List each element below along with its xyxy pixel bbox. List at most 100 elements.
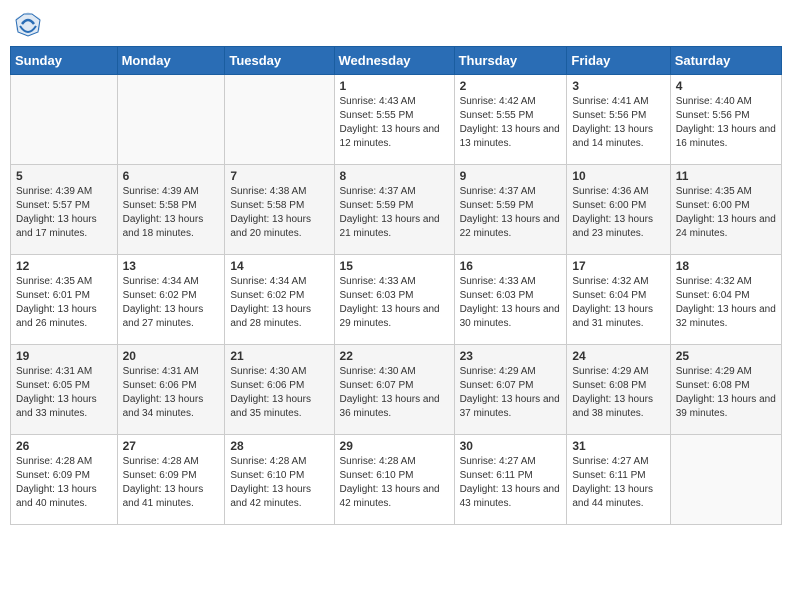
day-number: 17 (572, 259, 664, 273)
day-info: Sunrise: 4:30 AM Sunset: 6:07 PM Dayligh… (340, 365, 449, 421)
calendar-cell (225, 75, 334, 165)
day-info: Sunrise: 4:31 AM Sunset: 6:06 PM Dayligh… (123, 365, 220, 421)
day-info: Sunrise: 4:33 AM Sunset: 6:03 PM Dayligh… (460, 275, 562, 331)
calendar-cell: 11 Sunrise: 4:35 AM Sunset: 6:00 PM Dayli… (670, 165, 781, 255)
day-number: 18 (676, 259, 776, 273)
calendar-week-row: 12 Sunrise: 4:35 AM Sunset: 6:01 PM Dayli… (11, 255, 782, 345)
calendar-cell: 28 Sunrise: 4:28 AM Sunset: 6:10 PM Dayli… (225, 435, 334, 525)
calendar-cell: 25 Sunrise: 4:29 AM Sunset: 6:08 PM Dayli… (670, 345, 781, 435)
day-info: Sunrise: 4:37 AM Sunset: 5:59 PM Dayligh… (340, 185, 449, 241)
day-info: Sunrise: 4:41 AM Sunset: 5:56 PM Dayligh… (572, 95, 664, 151)
day-info: Sunrise: 4:30 AM Sunset: 6:06 PM Dayligh… (230, 365, 328, 421)
day-number: 22 (340, 349, 449, 363)
day-info: Sunrise: 4:32 AM Sunset: 6:04 PM Dayligh… (676, 275, 776, 331)
column-header-wednesday: Wednesday (334, 47, 454, 75)
day-number: 12 (16, 259, 112, 273)
day-number: 13 (123, 259, 220, 273)
calendar-week-row: 1 Sunrise: 4:43 AM Sunset: 5:55 PM Daylig… (11, 75, 782, 165)
day-info: Sunrise: 4:36 AM Sunset: 6:00 PM Dayligh… (572, 185, 664, 241)
calendar-cell: 18 Sunrise: 4:32 AM Sunset: 6:04 PM Dayli… (670, 255, 781, 345)
calendar-cell: 5 Sunrise: 4:39 AM Sunset: 5:57 PM Daylig… (11, 165, 118, 255)
calendar-cell: 26 Sunrise: 4:28 AM Sunset: 6:09 PM Dayli… (11, 435, 118, 525)
day-number: 14 (230, 259, 328, 273)
day-info: Sunrise: 4:40 AM Sunset: 5:56 PM Dayligh… (676, 95, 776, 151)
day-number: 23 (460, 349, 562, 363)
day-info: Sunrise: 4:39 AM Sunset: 5:58 PM Dayligh… (123, 185, 220, 241)
logo (14, 10, 46, 38)
calendar-cell: 1 Sunrise: 4:43 AM Sunset: 5:55 PM Daylig… (334, 75, 454, 165)
calendar-table: SundayMondayTuesdayWednesdayThursdayFrid… (10, 46, 782, 525)
day-number: 28 (230, 439, 328, 453)
day-number: 20 (123, 349, 220, 363)
day-info: Sunrise: 4:32 AM Sunset: 6:04 PM Dayligh… (572, 275, 664, 331)
column-header-tuesday: Tuesday (225, 47, 334, 75)
calendar-cell: 22 Sunrise: 4:30 AM Sunset: 6:07 PM Dayli… (334, 345, 454, 435)
day-info: Sunrise: 4:29 AM Sunset: 6:08 PM Dayligh… (572, 365, 664, 421)
day-number: 24 (572, 349, 664, 363)
calendar-cell: 19Sunrise: 4:31 AM Sunset: 6:05 PM Dayli… (11, 345, 118, 435)
day-number: 27 (123, 439, 220, 453)
day-info: Sunrise: 4:33 AM Sunset: 6:03 PM Dayligh… (340, 275, 449, 331)
column-header-sunday: Sunday (11, 47, 118, 75)
calendar-cell: 31Sunrise: 4:27 AM Sunset: 6:11 PM Dayli… (567, 435, 670, 525)
day-info: Sunrise: 4:43 AM Sunset: 5:55 PM Dayligh… (340, 95, 449, 151)
page-header (10, 10, 782, 38)
day-info: Sunrise: 4:35 AM Sunset: 6:00 PM Dayligh… (676, 185, 776, 241)
day-number: 2 (460, 79, 562, 93)
day-number: 7 (230, 169, 328, 183)
calendar-cell (670, 435, 781, 525)
day-number: 9 (460, 169, 562, 183)
calendar-cell: 29 Sunrise: 4:28 AM Sunset: 6:10 PM Dayli… (334, 435, 454, 525)
day-info: Sunrise: 4:35 AM Sunset: 6:01 PM Dayligh… (16, 275, 112, 331)
day-info: Sunrise: 4:27 AM Sunset: 6:11 PM Dayligh… (460, 455, 562, 511)
day-info: Sunrise: 4:28 AM Sunset: 6:10 PM Dayligh… (230, 455, 328, 511)
day-number: 29 (340, 439, 449, 453)
calendar-cell: 17 Sunrise: 4:32 AM Sunset: 6:04 PM Dayli… (567, 255, 670, 345)
calendar-cell: 12 Sunrise: 4:35 AM Sunset: 6:01 PM Dayli… (11, 255, 118, 345)
day-info: Sunrise: 4:39 AM Sunset: 5:57 PM Dayligh… (16, 185, 112, 241)
calendar-cell: 30 Sunrise: 4:27 AM Sunset: 6:11 PM Dayli… (454, 435, 567, 525)
day-number: 3 (572, 79, 664, 93)
calendar-cell: 15 Sunrise: 4:33 AM Sunset: 6:03 PM Dayli… (334, 255, 454, 345)
day-info: Sunrise: 4:28 AM Sunset: 6:09 PM Dayligh… (16, 455, 112, 511)
day-number: 19 (16, 349, 112, 363)
calendar-cell: 10Sunrise: 4:36 AM Sunset: 6:00 PM Dayli… (567, 165, 670, 255)
calendar-header-row: SundayMondayTuesdayWednesdayThursdayFrid… (11, 47, 782, 75)
column-header-saturday: Saturday (670, 47, 781, 75)
calendar-cell (11, 75, 118, 165)
day-number: 11 (676, 169, 776, 183)
day-info: Sunrise: 4:34 AM Sunset: 6:02 PM Dayligh… (230, 275, 328, 331)
day-number: 4 (676, 79, 776, 93)
calendar-cell: 13Sunrise: 4:34 AM Sunset: 6:02 PM Dayli… (117, 255, 225, 345)
calendar-cell: 8 Sunrise: 4:37 AM Sunset: 5:59 PM Daylig… (334, 165, 454, 255)
calendar-cell: 16Sunrise: 4:33 AM Sunset: 6:03 PM Dayli… (454, 255, 567, 345)
calendar-cell: 20 Sunrise: 4:31 AM Sunset: 6:06 PM Dayli… (117, 345, 225, 435)
day-number: 25 (676, 349, 776, 363)
calendar-cell: 27 Sunrise: 4:28 AM Sunset: 6:09 PM Dayli… (117, 435, 225, 525)
calendar-cell: 4 Sunrise: 4:40 AM Sunset: 5:56 PM Daylig… (670, 75, 781, 165)
day-number: 15 (340, 259, 449, 273)
calendar-cell: 24 Sunrise: 4:29 AM Sunset: 6:08 PM Dayli… (567, 345, 670, 435)
column-header-friday: Friday (567, 47, 670, 75)
day-number: 1 (340, 79, 449, 93)
calendar-cell: 7Sunrise: 4:38 AM Sunset: 5:58 PM Daylig… (225, 165, 334, 255)
calendar-week-row: 26 Sunrise: 4:28 AM Sunset: 6:09 PM Dayli… (11, 435, 782, 525)
calendar-cell: 21 Sunrise: 4:30 AM Sunset: 6:06 PM Dayli… (225, 345, 334, 435)
day-number: 31 (572, 439, 664, 453)
day-info: Sunrise: 4:29 AM Sunset: 6:08 PM Dayligh… (676, 365, 776, 421)
day-info: Sunrise: 4:28 AM Sunset: 6:10 PM Dayligh… (340, 455, 449, 511)
day-info: Sunrise: 4:28 AM Sunset: 6:09 PM Dayligh… (123, 455, 220, 511)
day-number: 26 (16, 439, 112, 453)
calendar-cell: 2Sunrise: 4:42 AM Sunset: 5:55 PM Daylig… (454, 75, 567, 165)
logo-icon (14, 10, 42, 38)
calendar-week-row: 19Sunrise: 4:31 AM Sunset: 6:05 PM Dayli… (11, 345, 782, 435)
calendar-cell: 23Sunrise: 4:29 AM Sunset: 6:07 PM Dayli… (454, 345, 567, 435)
day-number: 21 (230, 349, 328, 363)
calendar-cell (117, 75, 225, 165)
day-number: 30 (460, 439, 562, 453)
calendar-cell: 14 Sunrise: 4:34 AM Sunset: 6:02 PM Dayli… (225, 255, 334, 345)
calendar-cell: 3 Sunrise: 4:41 AM Sunset: 5:56 PM Daylig… (567, 75, 670, 165)
day-number: 8 (340, 169, 449, 183)
day-number: 6 (123, 169, 220, 183)
day-number: 5 (16, 169, 112, 183)
